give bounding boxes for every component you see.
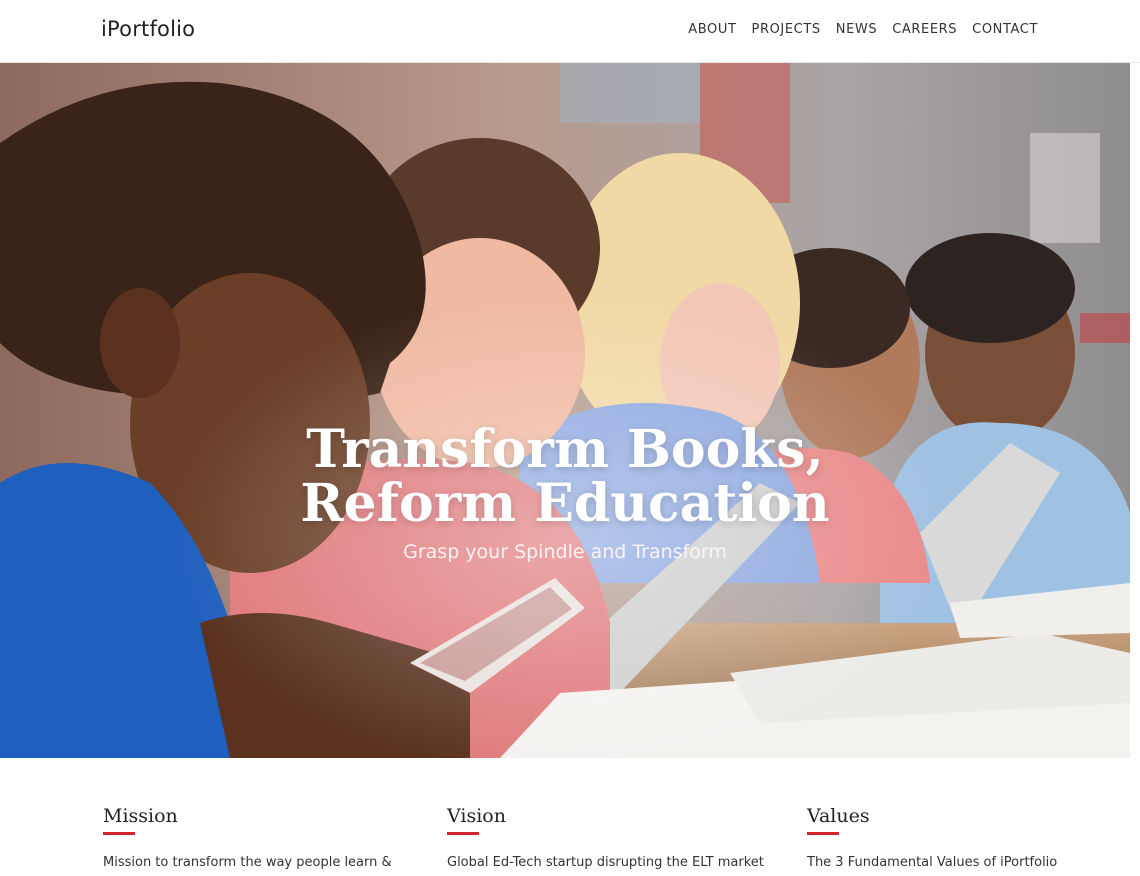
top-navbar: iPortfolio ABOUT PROJECTS NEWS CAREERS C… <box>0 0 1140 63</box>
hero-title-line1: Transform Books, <box>306 419 824 480</box>
hero-text-block: Transform Books, Reform Education Grasp … <box>0 419 1130 564</box>
hero-banner: Transform Books, Reform Education Grasp … <box>0 63 1130 758</box>
values-text: The 3 Fundamental Values of iPortfolio <box>807 855 1058 870</box>
values-title: Values <box>807 805 870 827</box>
nav-careers-link[interactable]: CAREERS <box>892 22 957 37</box>
nav-about-link[interactable]: ABOUT <box>688 22 736 37</box>
vision-section: Vision Global Ed-Tech startup disrupting… <box>447 805 764 870</box>
vision-title-underline <box>447 832 479 835</box>
mission-section: Mission Mission to transform the way peo… <box>103 805 392 870</box>
nav-projects-link[interactable]: PROJECTS <box>752 22 821 37</box>
mission-title: Mission <box>103 805 178 827</box>
mission-title-underline <box>103 832 135 835</box>
nav-news-link[interactable]: NEWS <box>836 22 877 37</box>
hero-title-line2: Reform Education <box>300 473 830 534</box>
hero-subtitle: Grasp your Spindle and Transform <box>403 541 727 563</box>
vision-text: Global Ed-Tech startup disrupting the EL… <box>447 855 764 870</box>
mission-text: Mission to transform the way people lear… <box>103 855 392 870</box>
brand-logo[interactable]: iPortfolio <box>101 17 195 41</box>
values-section: Values The 3 Fundamental Values of iPort… <box>807 805 1057 870</box>
vision-title: Vision <box>447 805 506 827</box>
values-title-underline <box>807 832 839 835</box>
nav-contact-link[interactable]: CONTACT <box>972 22 1038 37</box>
main-nav: ABOUT PROJECTS NEWS CAREERS CONTACT <box>688 22 1038 37</box>
hero-photo <box>0 63 1130 758</box>
